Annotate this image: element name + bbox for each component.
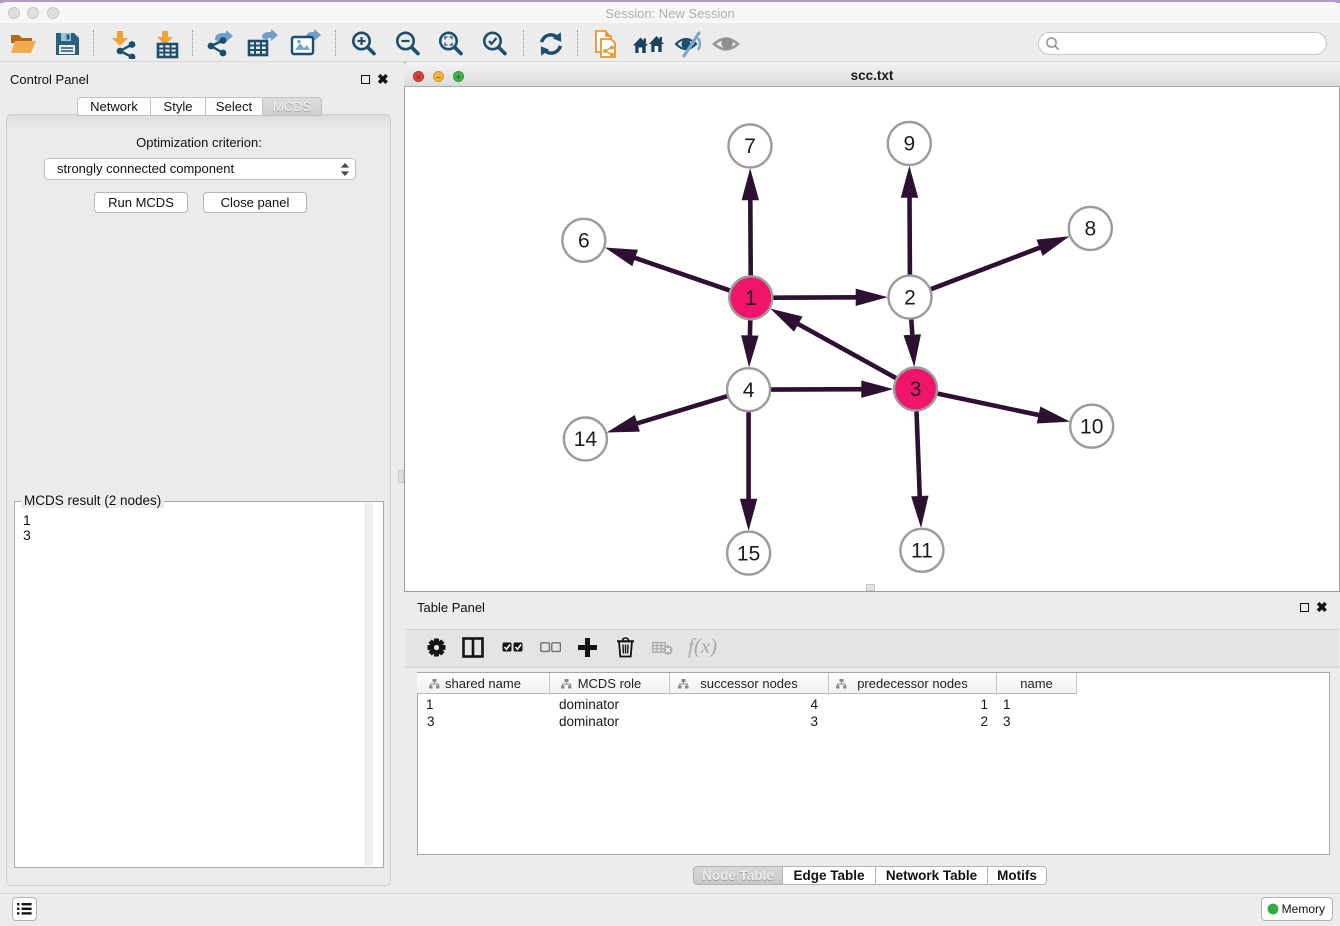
svg-text:7: 7 bbox=[744, 135, 756, 158]
svg-text:8: 8 bbox=[1084, 218, 1096, 241]
svg-text:6: 6 bbox=[578, 230, 590, 253]
svg-text:11: 11 bbox=[911, 540, 933, 563]
svg-text:10: 10 bbox=[1080, 415, 1103, 438]
svg-text:3: 3 bbox=[910, 378, 922, 401]
svg-text:9: 9 bbox=[903, 133, 915, 156]
svg-text:14: 14 bbox=[574, 428, 598, 451]
svg-text:15: 15 bbox=[737, 542, 760, 565]
svg-text:4: 4 bbox=[743, 379, 755, 402]
svg-text:1: 1 bbox=[745, 287, 757, 310]
svg-text:2: 2 bbox=[904, 286, 916, 309]
